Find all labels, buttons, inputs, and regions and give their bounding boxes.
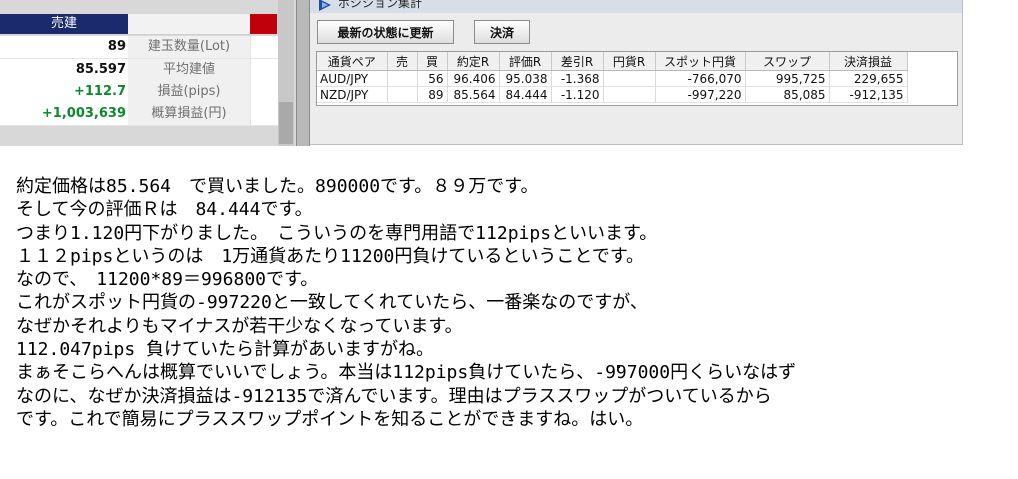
table-cell: 96.406 [447,70,500,87]
table-cell [603,86,656,103]
table-cell: 229,655 [829,70,908,87]
table-cell: AUD/JPY [317,70,388,87]
explanation-line: これがスポット円貨の-997220と一致してくれていたら、一番楽なのですが、 [16,292,648,314]
window-title: ポジション集計 [338,0,423,10]
explanation-line: １１２pipsというのは 1万通貨あたり11200円負けているということです。 [16,245,645,267]
column-header[interactable]: 評価R [499,52,552,71]
column-header[interactable]: 決済損益 [829,52,908,71]
table-cell: 995,725 [745,70,830,87]
table-cell: -766,070 [655,70,746,87]
summary-extra-cell [250,36,279,58]
positions-table-container: 通貨ペア売買約定R 評価R 差引R 円貨R スポット円貨 スワップ 決済損益 AUD/JPY… [316,51,958,106]
summary-value: 89 [107,39,126,54]
position-aggregation-window: ポジション集計 最新の状態に更新 決済 通貨ペア売買約定R 評価R 差引R 円貨R スポ… [310,0,963,145]
table-cell: 85.564 [447,86,500,103]
summary-value: +112.7 [73,84,126,99]
table-cell: 89 [417,86,448,103]
summary-row: +112.7 損益(pips) [0,81,279,104]
summary-extra-cell [250,81,279,103]
summary-value: +1,003,639 [41,106,126,121]
summary-label: 損益(pips) [128,81,250,103]
column-header[interactable]: 通貨ペア [317,52,388,71]
summary-row: 89 建玉数量(Lot) [0,36,279,59]
column-header[interactable]: スポット円貨 [655,52,746,71]
table-row[interactable]: AUD/JPY 56 96.406 95.038 -1.368 -766,070 995,7… [317,70,908,87]
table-cell: -1.368 [551,70,604,87]
table-cell: -912,135 [829,86,908,103]
window-title-bar: ポジション集計 [310,0,962,13]
explanation-line: 112.047pips 負けていたら計算があいますがね。 [16,339,435,361]
column-header[interactable]: 売 [387,52,418,71]
explanation-line: まぁそこらへんは概算でいいでしょう。本当は112pips負けていたら、-9970… [16,362,797,384]
explanation-line: そして今の評価Ｒは 84.444です。 [16,199,313,221]
table-cell: NZD/JPY [317,86,388,103]
refresh-button[interactable]: 最新の状態に更新 [317,20,454,44]
summary-row: 85.597 平均建値 [0,59,279,82]
summary-label: 建玉数量(Lot) [128,36,250,58]
summary-extra-cell [250,103,279,125]
summary-row: +1,003,639 概算損益(円) [0,103,279,126]
column-header[interactable]: 差引R [551,52,604,71]
explanation-line: なのに、なぜか決済損益は-912135で済んでいます。理由はプラススワップがつい… [16,385,772,407]
left-scrollbar-thumb[interactable] [279,102,293,144]
table-cell: 84.444 [499,86,552,103]
table-cell: -997,220 [655,86,746,103]
positions-table: 通貨ペア売買約定R 評価R 差引R 円貨R スポット円貨 スワップ 決済損益 AUD/JPY… [317,52,908,103]
settle-button[interactable]: 決済 [474,20,530,44]
table-cell [603,70,656,87]
explanation-line: つまり1.120円下がりました。 こういうのを専門用語で112pipsといいます… [16,222,658,244]
summary-label: 概算損益(円) [128,103,250,125]
column-header[interactable]: 円貨R [603,52,656,71]
explanation-line: なので、 11200*89＝996800です。 [16,269,319,291]
explanation-line: です。これで簡易にプラススワップポイントを知ることができますね。はい。 [16,408,644,430]
table-cell [387,86,418,103]
panel-divider[interactable] [296,0,310,146]
table-row[interactable]: NZD/JPY 89 85.564 84.444 -1.120 -997,220 85,08… [317,86,908,103]
position-summary-panel: 売建 89 建玉数量(Lot) 85.597 平均建値 +112.7 損益(pips) +1… [0,0,296,146]
header-spacer [128,14,250,35]
explanation-text: 約定価格は85.564 で買いました。890000です。８９万です。 そして今の評… [16,175,1006,431]
summary-label: 平均建値 [128,59,250,81]
table-cell: 56 [417,70,448,87]
column-header[interactable]: 約定R [447,52,500,71]
explanation-line: 約定価格は85.564 で買いました。890000です。８９万です。 [16,176,539,197]
red-indicator [250,14,277,34]
column-header[interactable]: 買 [417,52,448,71]
table-cell: -1.120 [551,86,604,103]
sell-header: 売建 [0,14,128,34]
explanation-line: なぜかそれよりもマイナスが若干少なくなっています。 [16,315,463,337]
summary-value: 85.597 [75,62,126,77]
table-cell: 95.038 [499,70,552,87]
column-header[interactable]: スワップ [745,52,830,71]
summary-extra-cell [250,59,279,81]
app-logo-icon [319,0,331,11]
stray-dot [617,365,620,368]
table-cell [387,70,418,87]
table-cell: 85,085 [745,86,830,103]
